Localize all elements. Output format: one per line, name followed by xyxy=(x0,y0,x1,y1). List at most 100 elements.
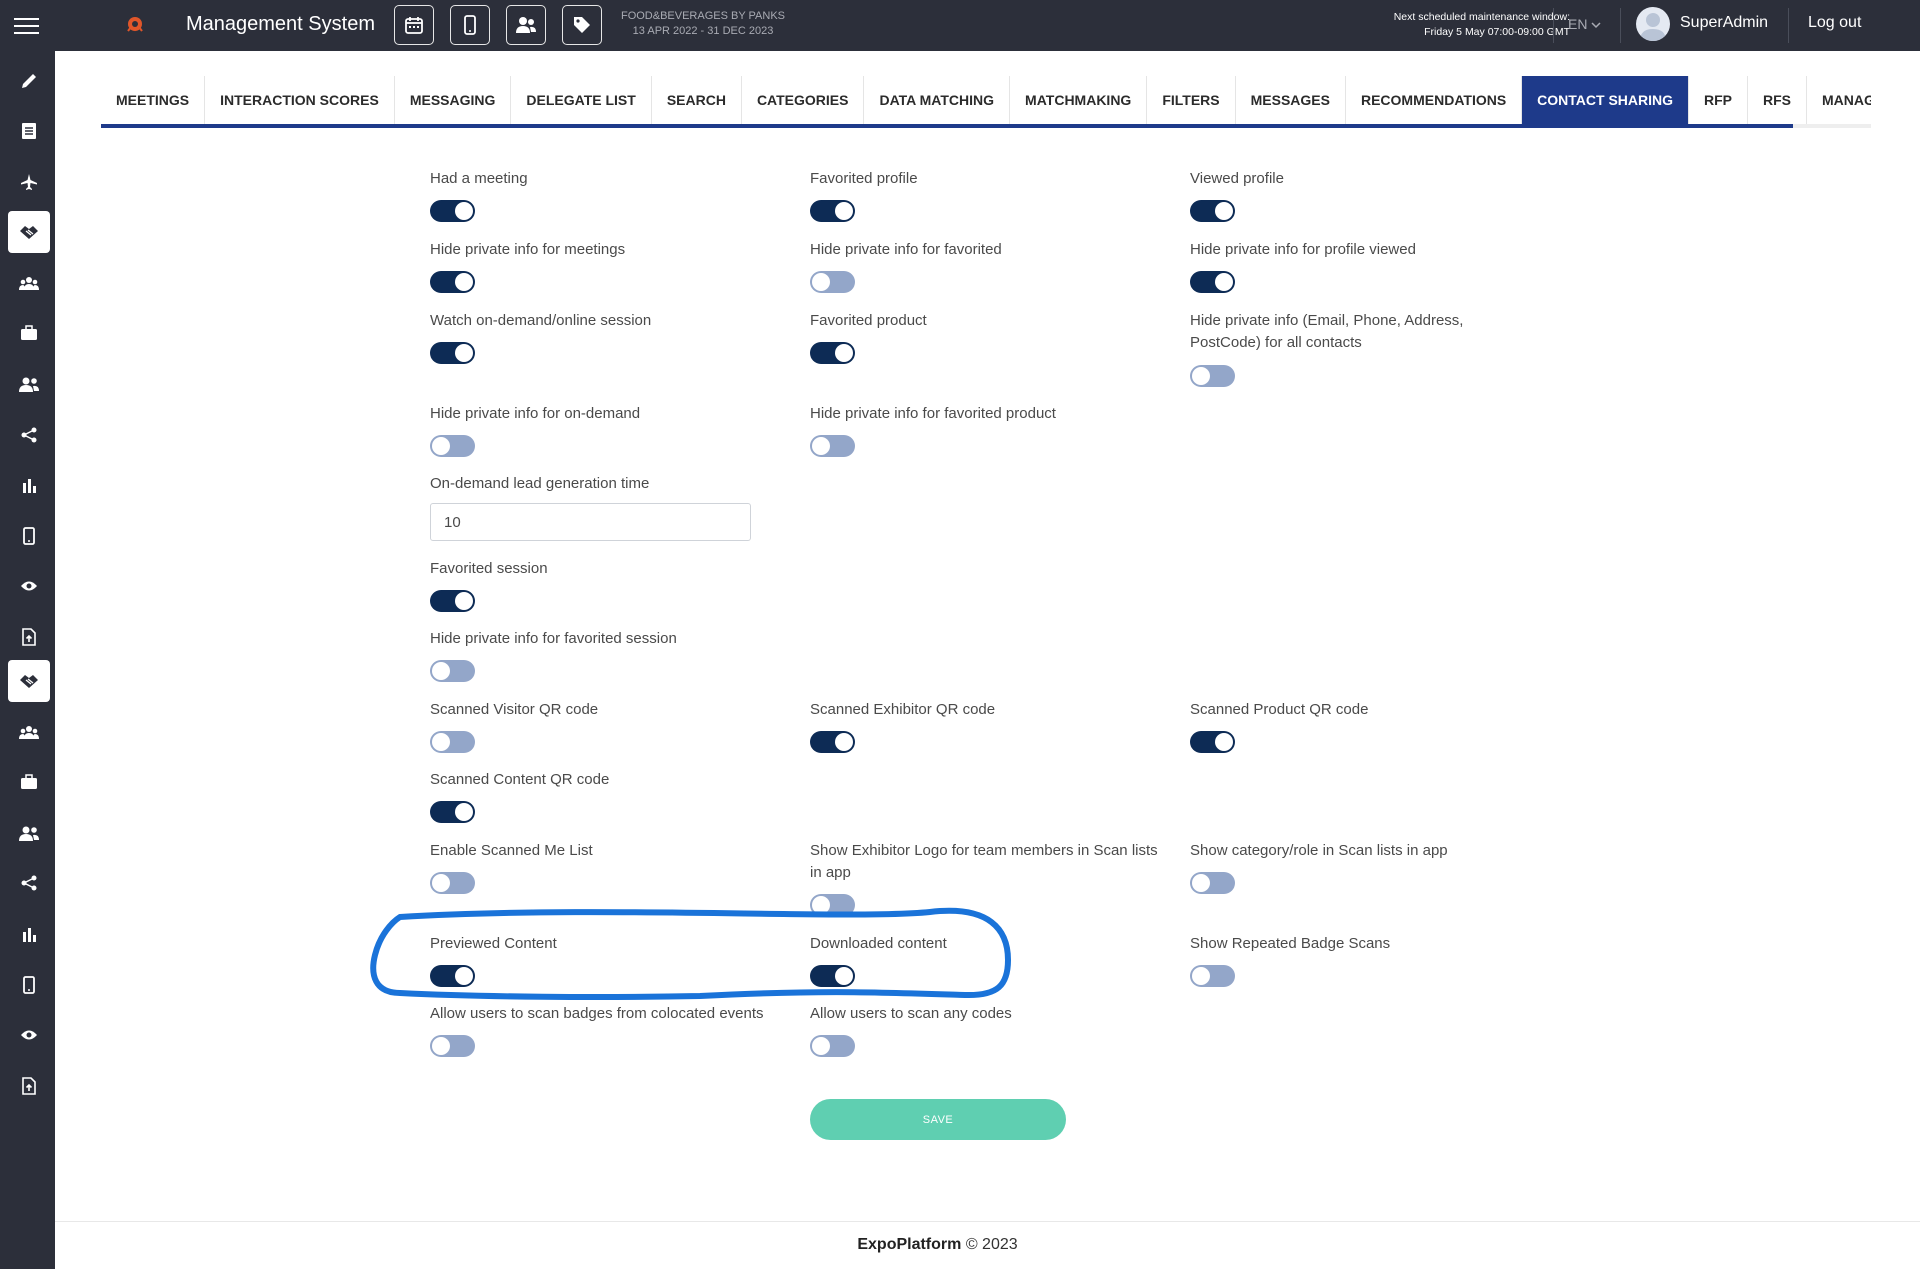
footer-brand[interactable]: ExpoPlatform xyxy=(857,1236,961,1253)
lead-time-input[interactable] xyxy=(430,503,751,541)
hamburger-menu-icon[interactable] xyxy=(14,18,39,34)
toggle-had-meeting[interactable] xyxy=(430,200,475,222)
toggle-favorited-product[interactable] xyxy=(810,342,855,364)
toggle-show-repeated-scans[interactable] xyxy=(1190,965,1235,987)
logout-link[interactable]: Log out xyxy=(1808,14,1861,32)
eye-icon xyxy=(21,1030,37,1040)
file-upload-icon xyxy=(22,628,36,646)
mobile-icon xyxy=(23,527,35,545)
sidebar-item-exhibitors[interactable] xyxy=(8,312,50,354)
toggle-allow-colocated[interactable] xyxy=(430,1035,475,1057)
toggle-hide-profile-viewed[interactable] xyxy=(1190,271,1235,293)
tab-messages[interactable]: MESSAGES xyxy=(1236,76,1346,124)
tab-messaging[interactable]: MESSAGING xyxy=(395,76,512,124)
tab-matchmaking[interactable]: MATCHMAKING xyxy=(1010,76,1148,124)
setting-scanned-content: Scanned Content QR code xyxy=(430,769,760,791)
toggle-hide-on-demand[interactable] xyxy=(430,435,475,457)
sidebar-item-travel[interactable] xyxy=(8,161,50,203)
mobile-button[interactable] xyxy=(450,5,490,45)
tab-manage-permissions[interactable]: MANAGE PER xyxy=(1807,76,1871,124)
briefcase-icon xyxy=(21,325,37,340)
setting-hide-favorited-session: Hide private info for favorited session xyxy=(430,628,760,650)
tab-rfs[interactable]: RFS xyxy=(1748,76,1808,124)
tab-filters[interactable]: FILTERS xyxy=(1147,76,1236,124)
sidebar-item-users-2[interactable] xyxy=(8,812,50,854)
footer: ExpoPlatform © 2023 xyxy=(55,1236,1820,1254)
pencil-icon xyxy=(22,74,36,88)
toggle-hide-favorited-session[interactable] xyxy=(430,660,475,682)
sidebar-item-share[interactable] xyxy=(8,414,50,456)
toggle-hide-meetings[interactable] xyxy=(430,271,475,293)
event-info[interactable]: FOOD&BEVERAGES BY PANKS 13 APR 2022 - 31… xyxy=(585,9,821,39)
toggle-viewed-profile[interactable] xyxy=(1190,200,1235,222)
sidebar-item-import-2[interactable] xyxy=(8,1065,50,1107)
sidebar-item-groups[interactable] xyxy=(8,262,50,304)
users-icon xyxy=(19,377,39,392)
tab-scroll-track[interactable] xyxy=(1793,124,1871,128)
save-button[interactable]: SAVE xyxy=(810,1099,1066,1140)
language-label: EN xyxy=(1568,16,1588,32)
setting-hide-favorited: Hide private info for favorited xyxy=(810,239,1140,261)
sidebar-item-import[interactable] xyxy=(8,616,50,658)
sidebar-item-exhibitors-2[interactable] xyxy=(8,761,50,803)
toggle-watch-on-demand[interactable] xyxy=(430,342,475,364)
share-icon xyxy=(21,875,37,891)
file-upload-icon xyxy=(22,1077,36,1095)
handshake-icon xyxy=(20,226,38,239)
tab-data-matching[interactable]: DATA MATCHING xyxy=(864,76,1011,124)
setting-favorited-profile: Favorited profile xyxy=(810,168,1140,190)
tab-rfp[interactable]: RFP xyxy=(1689,76,1749,124)
toggle-favorited-profile[interactable] xyxy=(810,200,855,222)
sidebar-item-edit[interactable] xyxy=(8,60,50,102)
tab-delegate-list[interactable]: DELEGATE LIST xyxy=(511,76,652,124)
sidebar-item-users[interactable] xyxy=(8,363,50,405)
setting-label: Hide private info for favorited session xyxy=(430,630,677,647)
sidebar-item-reports-2[interactable] xyxy=(8,913,50,955)
sidebar-item-networking-2[interactable] xyxy=(8,660,50,702)
tab-search[interactable]: SEARCH xyxy=(652,76,742,124)
username[interactable]: SuperAdmin xyxy=(1680,14,1768,32)
toggle-show-exhibitor-logo[interactable] xyxy=(810,894,855,916)
toggle-scanned-product[interactable] xyxy=(1190,731,1235,753)
setting-favorited-product: Favorited product xyxy=(810,310,1140,332)
bar-chart-icon xyxy=(23,928,36,942)
toggle-scanned-content[interactable] xyxy=(430,801,475,823)
toggle-show-category-role[interactable] xyxy=(1190,872,1235,894)
divider xyxy=(1788,8,1789,43)
sidebar-item-list[interactable] xyxy=(8,110,50,152)
sidebar-item-preview[interactable] xyxy=(8,565,50,607)
sidebar-item-groups-2[interactable] xyxy=(8,711,50,753)
sidebar-item-app[interactable] xyxy=(8,515,50,557)
toggle-downloaded-content[interactable] xyxy=(810,965,855,987)
sidebar-item-networking[interactable] xyxy=(8,211,50,253)
footer-copyright: © 2023 xyxy=(965,1236,1018,1253)
tab-contact-sharing[interactable]: CONTACT SHARING xyxy=(1522,76,1690,124)
sidebar-item-app-2[interactable] xyxy=(8,964,50,1006)
sidebar-item-preview-2[interactable] xyxy=(8,1014,50,1056)
setting-label: Show Exhibitor Logo for team members in … xyxy=(810,842,1158,881)
calendar-button[interactable] xyxy=(394,5,434,45)
toggle-favorited-session[interactable] xyxy=(430,590,475,612)
sidebar-item-reports[interactable] xyxy=(8,464,50,506)
setting-label: Favorited session xyxy=(430,560,548,577)
sidebar-item-share-2[interactable] xyxy=(8,862,50,904)
toggle-scanned-exhibitor[interactable] xyxy=(810,731,855,753)
toggle-enable-scanned-me[interactable] xyxy=(430,872,475,894)
setting-label: Hide private info for profile viewed xyxy=(1190,241,1416,258)
toggle-allow-any-codes[interactable] xyxy=(810,1035,855,1057)
toggle-hide-all-contacts[interactable] xyxy=(1190,365,1235,387)
setting-had-meeting: Had a meeting xyxy=(430,168,760,190)
users-button[interactable] xyxy=(506,5,546,45)
tab-meetings[interactable]: MEETINGS xyxy=(101,76,206,124)
tab-categories[interactable]: CATEGORIES xyxy=(742,76,865,124)
toggle-previewed-content[interactable] xyxy=(430,965,475,987)
setting-show-category-role: Show category/role in Scan lists in app xyxy=(1190,840,1520,862)
toggle-hide-favorited-product[interactable] xyxy=(810,435,855,457)
toggle-scanned-visitor[interactable] xyxy=(430,731,475,753)
toggle-hide-favorited[interactable] xyxy=(810,271,855,293)
avatar[interactable] xyxy=(1636,7,1670,41)
tab-interaction-scores[interactable]: INTERACTION SCORES xyxy=(205,76,395,124)
tab-recommendations[interactable]: RECOMMENDATIONS xyxy=(1346,76,1523,124)
language-selector[interactable]: EN xyxy=(1568,16,1601,32)
eye-icon xyxy=(21,581,37,591)
